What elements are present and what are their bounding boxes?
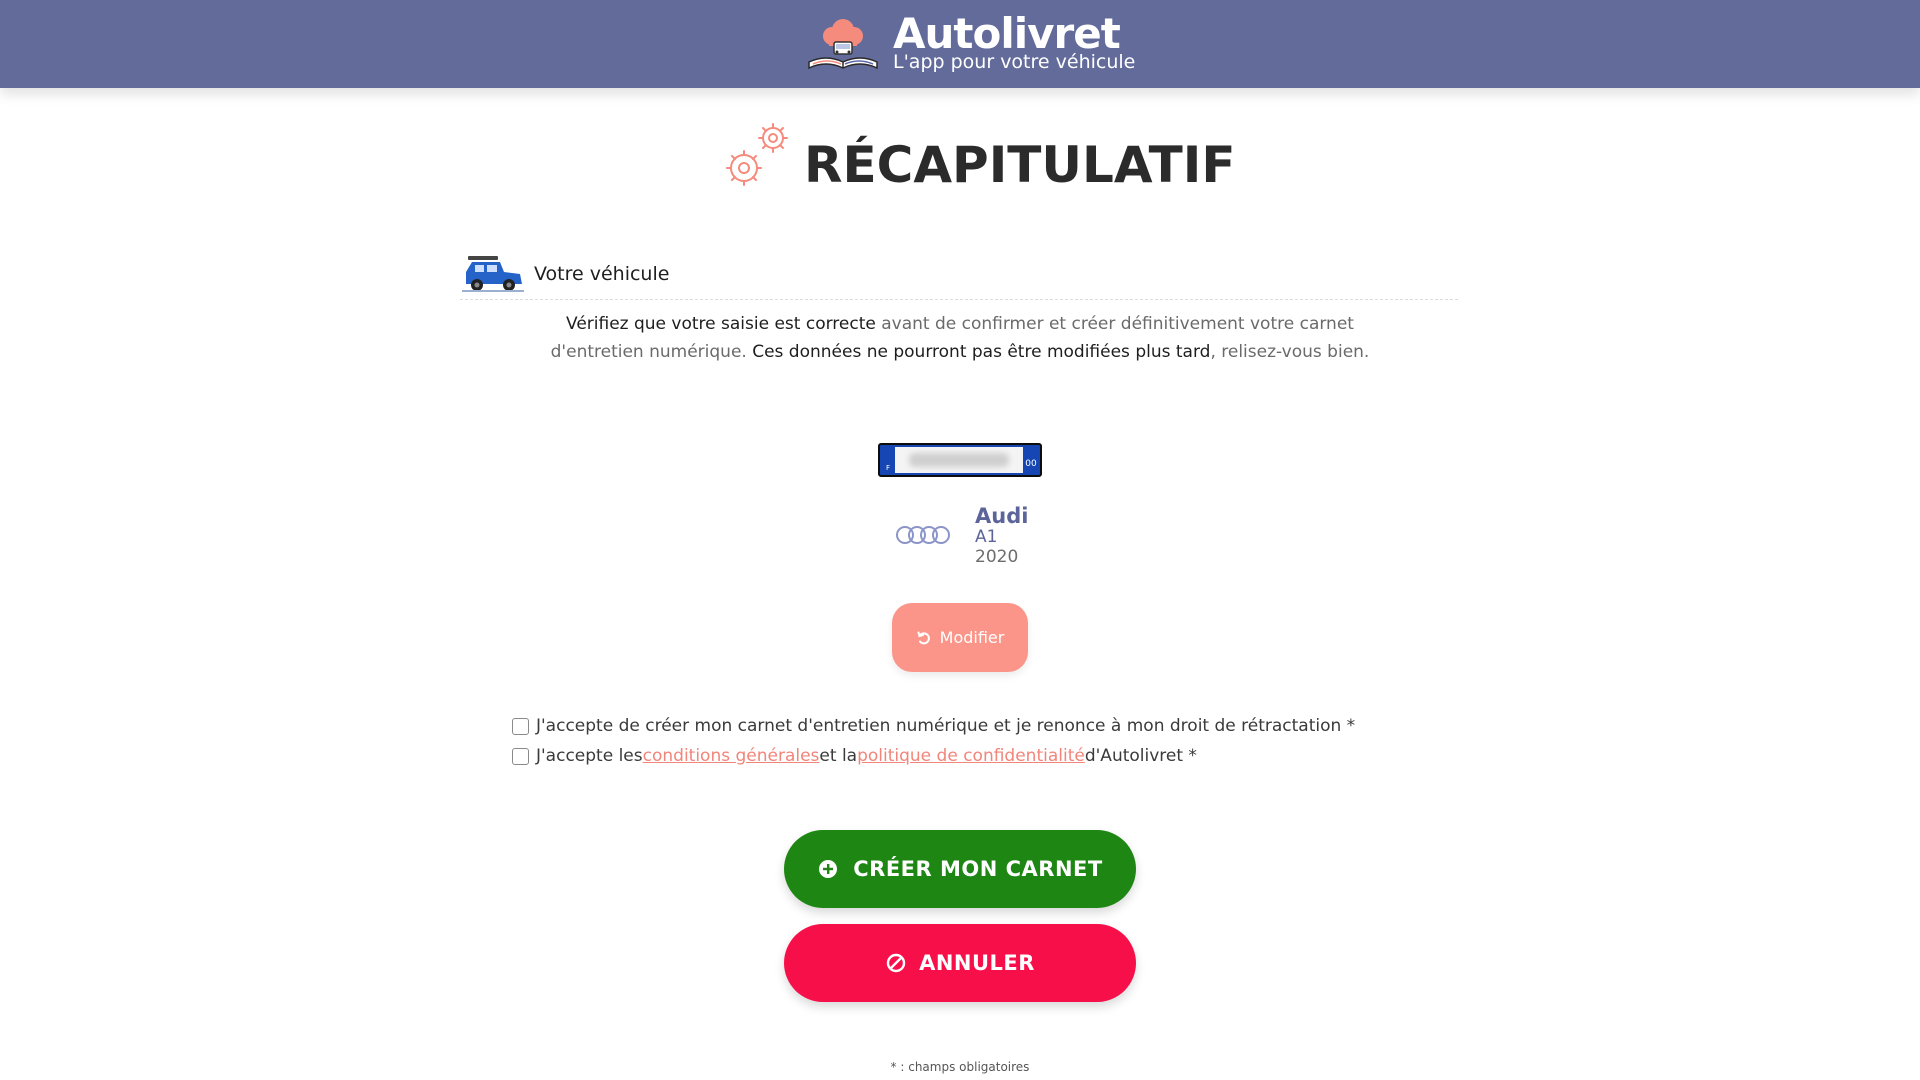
plate-region: 00 xyxy=(1025,459,1037,469)
modify-button[interactable]: Modifier xyxy=(892,603,1028,672)
brand[interactable]: Autolivret L'app pour votre véhicule xyxy=(803,8,1135,80)
plate-number-blurred xyxy=(895,447,1023,473)
cancel-button-label: ANNULER xyxy=(919,951,1035,975)
top-bar: Autolivret L'app pour votre véhicule xyxy=(0,0,1920,88)
consent-retraction-label[interactable]: J'accepte de créer mon carnet d'entretie… xyxy=(536,716,1355,736)
ban-icon xyxy=(886,953,906,973)
brand-tagline: L'app pour votre véhicule xyxy=(893,51,1136,73)
license-plate: F 00 xyxy=(878,443,1042,477)
notice-strong-1: Vérifiez que votre saisie est correcte xyxy=(566,314,876,334)
section-title: Votre véhicule xyxy=(534,263,670,285)
audi-rings-logo-icon xyxy=(896,526,950,544)
terms-link[interactable]: conditions générales xyxy=(643,746,820,766)
consent-retraction-row: J'accepte de créer mon carnet d'entretie… xyxy=(512,713,1355,739)
gears-icon xyxy=(726,123,788,186)
car-icon xyxy=(462,256,524,292)
autolivret-logo-icon xyxy=(808,19,878,70)
create-button-label: CRÉER MON CARNET xyxy=(853,857,1103,881)
privacy-link[interactable]: politique de confidentialité xyxy=(857,746,1085,766)
notice-text-4: , relisez-vous bien. xyxy=(1210,342,1370,362)
consent-terms-mid[interactable]: et la xyxy=(819,746,857,766)
undo-icon xyxy=(917,631,930,644)
notice-text: Vérifiez que votre saisie est correcte a… xyxy=(520,310,1400,366)
consent-terms-suffix[interactable]: d'Autolivret * xyxy=(1085,746,1197,766)
vehicle-year: 2020 xyxy=(975,547,1019,567)
create-logbook-button[interactable]: CRÉER MON CARNET xyxy=(784,830,1136,908)
required-fields-note: * : champs obligatoires xyxy=(890,1060,1030,1074)
page-header: RÉCAPITULATIF xyxy=(718,118,1236,198)
notice-strong-2: Ces données ne pourront pas être modifié… xyxy=(752,342,1211,362)
cancel-button[interactable]: ANNULER xyxy=(784,924,1136,1002)
section-divider xyxy=(460,299,1458,300)
consent-terms-checkbox[interactable] xyxy=(512,747,529,765)
vehicle-model: A1 xyxy=(975,527,998,547)
modify-button-label: Modifier xyxy=(939,628,1005,647)
consent-terms-prefix[interactable]: J'accepte les xyxy=(536,746,643,766)
vehicle-section-header: Votre véhicule xyxy=(460,252,1460,302)
consent-retraction-checkbox[interactable] xyxy=(512,717,529,735)
page-title: RÉCAPITULATIF xyxy=(804,136,1236,194)
plate-country: F xyxy=(885,464,891,472)
plus-circle-icon xyxy=(819,860,838,878)
consent-terms-row: J'accepte les conditions générales et la… xyxy=(512,743,1197,769)
